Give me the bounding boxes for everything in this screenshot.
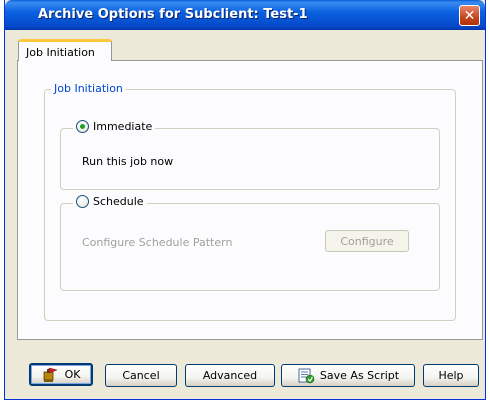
configure-button[interactable]: Configure (325, 230, 409, 252)
tab-job-initiation[interactable]: Job Initiation (18, 39, 112, 61)
ok-button[interactable]: OK (29, 363, 93, 386)
save-as-script-button[interactable]: Save As Script (281, 364, 415, 387)
tab-label: Job Initiation (26, 46, 95, 59)
close-button[interactable]: ✕ (459, 5, 480, 26)
immediate-section: Immediate Run this job now (60, 120, 440, 190)
immediate-radio-row[interactable]: Immediate (73, 120, 156, 133)
group-title: Job Initiation (51, 82, 126, 95)
radio-selected-dot (80, 124, 85, 129)
cancel-button[interactable]: Cancel (105, 364, 177, 387)
dialog-window: Archive Options for Subclient: Test-1 ✕ … (4, 0, 486, 400)
schedule-radio-row[interactable]: Schedule (73, 195, 147, 208)
tab-panel: Job Initiation Immediate Run this job no… (17, 60, 483, 340)
title-bar[interactable]: Archive Options for Subclient: Test-1 ✕ (5, 0, 485, 30)
help-button[interactable]: Help (423, 364, 479, 387)
immediate-label: Immediate (93, 120, 153, 133)
ok-flag-icon (42, 367, 60, 383)
ok-label: OK (64, 368, 81, 381)
save-as-script-label: Save As Script (319, 369, 400, 382)
cancel-label: Cancel (122, 369, 160, 382)
configure-label: Configure (340, 234, 394, 248)
close-icon: ✕ (463, 7, 476, 24)
schedule-pattern-label: Configure Schedule Pattern (82, 236, 233, 249)
schedule-section: Schedule Configure Schedule Pattern Conf… (60, 195, 440, 291)
schedule-radio[interactable] (76, 195, 89, 208)
job-initiation-group: Job Initiation Immediate Run this job no… (44, 82, 456, 321)
window-title: Archive Options for Subclient: Test-1 (38, 7, 308, 22)
advanced-label: Advanced (202, 369, 258, 382)
schedule-label: Schedule (93, 195, 144, 208)
immediate-description: Run this job now (82, 155, 174, 168)
advanced-button[interactable]: Advanced (185, 364, 275, 387)
help-label: Help (438, 369, 464, 382)
immediate-radio[interactable] (76, 120, 89, 133)
save-script-icon (297, 368, 315, 384)
